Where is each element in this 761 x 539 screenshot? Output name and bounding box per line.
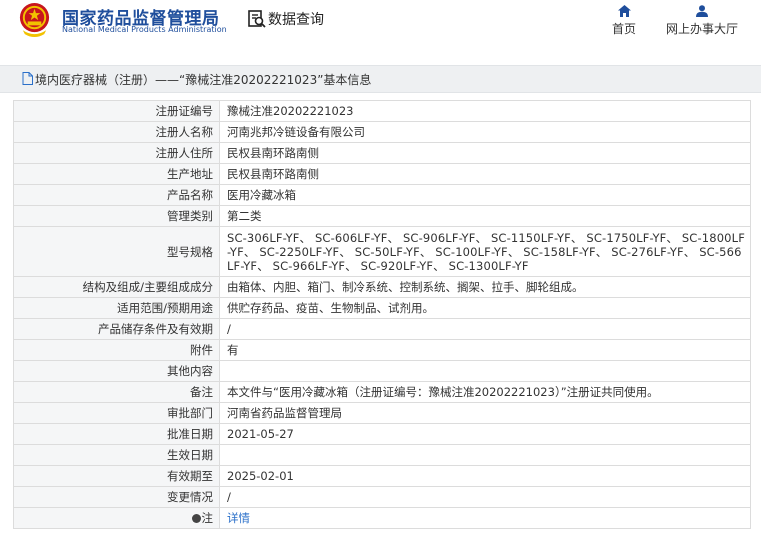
breadcrumb-text: 境内医疗器械（注册）——“豫械注准20202221023”基本信息: [35, 73, 372, 87]
table-row: 附件 有: [13, 339, 751, 361]
field-label: 有效期至: [13, 465, 220, 487]
field-label: 变更情况: [13, 486, 220, 508]
table-row: 批准日期 2021-05-27: [13, 423, 751, 445]
table-row: 备注 本文件与“医用冷藏冰箱（注册证编号：豫械注准20202221023）”注册…: [13, 381, 751, 403]
site-name-en: National Medical Products Administration: [62, 25, 227, 34]
field-value: 供贮存药品、疫苗、生物制品、试剂用。: [219, 297, 751, 319]
details-link[interactable]: 详情: [227, 511, 250, 525]
table-row: 其他内容: [13, 360, 751, 382]
field-value: /: [219, 486, 751, 508]
breadcrumb: 境内医疗器械（注册）——“豫械注准20202221023”基本信息: [0, 65, 761, 93]
field-label: 适用范围/预期用途: [13, 297, 220, 319]
field-label: 生效日期: [13, 444, 220, 466]
table-row: 审批部门 河南省药品监督管理局: [13, 402, 751, 424]
field-label: 产品名称: [13, 184, 220, 206]
field-value: 2021-05-27: [219, 423, 751, 445]
field-value: 第二类: [219, 205, 751, 227]
field-value: 豫械注准20202221023: [219, 100, 751, 122]
home-icon: [617, 5, 631, 17]
note-value-cell: 详情: [219, 507, 751, 529]
user-icon: [696, 5, 708, 17]
table-row: 型号规格 SC-306LF-YF、 SC-606LF-YF、 SC-906LF-…: [13, 226, 751, 277]
field-label: 型号规格: [13, 226, 220, 277]
registration-info-table: 注册证编号 豫械注准20202221023 注册人名称 河南兆邦冷链设备有限公司…: [13, 100, 751, 529]
document-icon: [22, 72, 33, 85]
field-label: 备注: [13, 381, 220, 403]
field-label: 批准日期: [13, 423, 220, 445]
field-label: 附件: [13, 339, 220, 361]
field-label: 审批部门: [13, 402, 220, 424]
field-value: 本文件与“医用冷藏冰箱（注册证编号：豫械注准20202221023）”注册证共同…: [219, 381, 751, 403]
field-value: 河南省药品监督管理局: [219, 402, 751, 424]
table-row: 管理类别 第二类: [13, 205, 751, 227]
field-label: 注册证编号: [13, 100, 220, 122]
field-value: /: [219, 318, 751, 340]
data-query-icon[interactable]: [247, 9, 267, 29]
table-row: 适用范围/预期用途 供贮存药品、疫苗、生物制品、试剂用。: [13, 297, 751, 319]
field-value: 有: [219, 339, 751, 361]
table-row: 变更情况 /: [13, 486, 751, 508]
table-row: 注 详情: [13, 507, 751, 529]
field-value: 由箱体、内胆、箱门、制冷系统、控制系统、搁架、拉手、脚轮组成。: [219, 276, 751, 298]
note-label-cell: 注: [13, 507, 220, 529]
national-emblem-icon: [19, 2, 50, 37]
field-value: 民权县南环路南侧: [219, 163, 751, 185]
table-row: 注册人住所 民权县南环路南侧: [13, 142, 751, 164]
nav-online-service-label: 网上办事大厅: [665, 22, 738, 36]
table-row: 注册证编号 豫械注准20202221023: [13, 100, 751, 122]
field-label: 其他内容: [13, 360, 220, 382]
table-row: 产品储存条件及有效期 /: [13, 318, 751, 340]
nav-online-service[interactable]: 网上办事大厅: [660, 5, 744, 37]
field-label: 注册人名称: [13, 121, 220, 143]
field-label: 注册人住所: [13, 142, 220, 164]
field-value: 河南兆邦冷链设备有限公司: [219, 121, 751, 143]
table-row: 注册人名称 河南兆邦冷链设备有限公司: [13, 121, 751, 143]
field-label: 结构及组成/主要组成成分: [13, 276, 220, 298]
field-label: 生产地址: [13, 163, 220, 185]
field-label: 产品储存条件及有效期: [13, 318, 220, 340]
field-value: 民权县南环路南侧: [219, 142, 751, 164]
data-query-title[interactable]: 数据查询: [268, 9, 324, 29]
field-value: 医用冷藏冰箱: [219, 184, 751, 206]
field-value: SC-306LF-YF、 SC-606LF-YF、 SC-906LF-YF、 S…: [219, 226, 751, 277]
table-row: 生产地址 民权县南环路南侧: [13, 163, 751, 185]
field-label: 管理类别: [13, 205, 220, 227]
nav-home[interactable]: 首页: [606, 5, 642, 37]
field-value: [219, 444, 751, 466]
table-row: 产品名称 医用冷藏冰箱: [13, 184, 751, 206]
note-label: 注: [201, 511, 214, 525]
pin-icon: [191, 514, 201, 523]
site-header: 国家药品监督管理局 National Medical Products Admi…: [0, 0, 761, 54]
field-value: 2025-02-01: [219, 465, 751, 487]
table-row: 结构及组成/主要组成成分 由箱体、内胆、箱门、制冷系统、控制系统、搁架、拉手、脚…: [13, 276, 751, 298]
field-value: [219, 360, 751, 382]
nav-home-label: 首页: [611, 22, 636, 36]
table-row: 生效日期: [13, 444, 751, 466]
table-row: 有效期至 2025-02-01: [13, 465, 751, 487]
